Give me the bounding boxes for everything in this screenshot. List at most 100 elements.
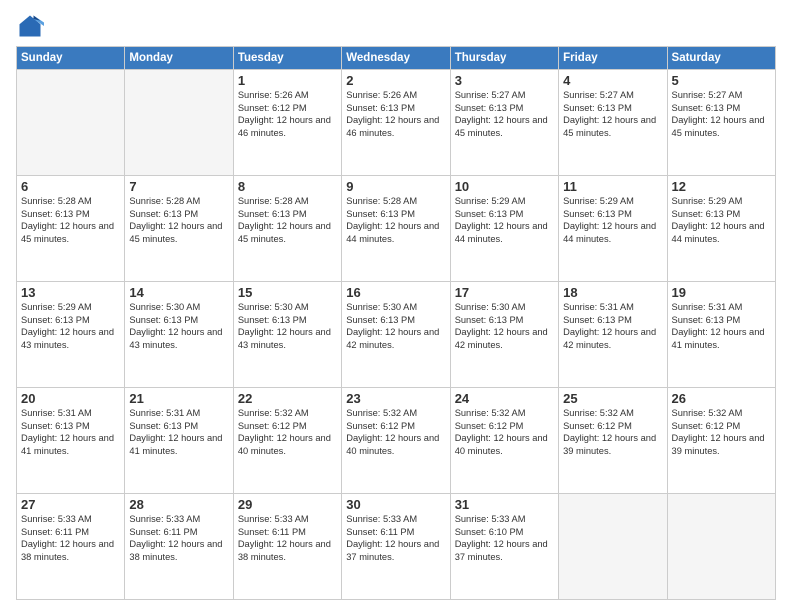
day-info: Sunrise: 5:33 AM Sunset: 6:11 PM Dayligh… [238,513,337,563]
calendar-cell: 23Sunrise: 5:32 AM Sunset: 6:12 PM Dayli… [342,388,450,494]
day-number: 5 [672,73,771,88]
weekday-header-sunday: Sunday [17,47,125,70]
week-row-3: 13Sunrise: 5:29 AM Sunset: 6:13 PM Dayli… [17,282,776,388]
day-info: Sunrise: 5:29 AM Sunset: 6:13 PM Dayligh… [21,301,120,351]
calendar-cell [17,70,125,176]
calendar-cell: 11Sunrise: 5:29 AM Sunset: 6:13 PM Dayli… [559,176,667,282]
calendar-cell: 10Sunrise: 5:29 AM Sunset: 6:13 PM Dayli… [450,176,558,282]
day-number: 30 [346,497,445,512]
calendar-cell: 9Sunrise: 5:28 AM Sunset: 6:13 PM Daylig… [342,176,450,282]
day-number: 21 [129,391,228,406]
day-number: 10 [455,179,554,194]
weekday-header-thursday: Thursday [450,47,558,70]
day-number: 7 [129,179,228,194]
day-number: 8 [238,179,337,194]
day-info: Sunrise: 5:31 AM Sunset: 6:13 PM Dayligh… [129,407,228,457]
day-info: Sunrise: 5:30 AM Sunset: 6:13 PM Dayligh… [455,301,554,351]
calendar-cell: 18Sunrise: 5:31 AM Sunset: 6:13 PM Dayli… [559,282,667,388]
day-info: Sunrise: 5:27 AM Sunset: 6:13 PM Dayligh… [455,89,554,139]
day-number: 18 [563,285,662,300]
weekday-header-monday: Monday [125,47,233,70]
day-number: 13 [21,285,120,300]
calendar-cell: 15Sunrise: 5:30 AM Sunset: 6:13 PM Dayli… [233,282,341,388]
day-info: Sunrise: 5:33 AM Sunset: 6:11 PM Dayligh… [21,513,120,563]
day-info: Sunrise: 5:33 AM Sunset: 6:11 PM Dayligh… [129,513,228,563]
calendar-cell: 21Sunrise: 5:31 AM Sunset: 6:13 PM Dayli… [125,388,233,494]
calendar-cell: 14Sunrise: 5:30 AM Sunset: 6:13 PM Dayli… [125,282,233,388]
day-info: Sunrise: 5:28 AM Sunset: 6:13 PM Dayligh… [129,195,228,245]
calendar-cell: 17Sunrise: 5:30 AM Sunset: 6:13 PM Dayli… [450,282,558,388]
day-info: Sunrise: 5:31 AM Sunset: 6:13 PM Dayligh… [563,301,662,351]
calendar-cell: 31Sunrise: 5:33 AM Sunset: 6:10 PM Dayli… [450,494,558,600]
day-info: Sunrise: 5:30 AM Sunset: 6:13 PM Dayligh… [238,301,337,351]
calendar-cell: 22Sunrise: 5:32 AM Sunset: 6:12 PM Dayli… [233,388,341,494]
day-info: Sunrise: 5:31 AM Sunset: 6:13 PM Dayligh… [672,301,771,351]
week-row-5: 27Sunrise: 5:33 AM Sunset: 6:11 PM Dayli… [17,494,776,600]
day-number: 24 [455,391,554,406]
week-row-2: 6Sunrise: 5:28 AM Sunset: 6:13 PM Daylig… [17,176,776,282]
day-number: 1 [238,73,337,88]
calendar-cell: 16Sunrise: 5:30 AM Sunset: 6:13 PM Dayli… [342,282,450,388]
day-info: Sunrise: 5:26 AM Sunset: 6:13 PM Dayligh… [346,89,445,139]
calendar-cell [667,494,775,600]
day-number: 12 [672,179,771,194]
day-info: Sunrise: 5:32 AM Sunset: 6:12 PM Dayligh… [563,407,662,457]
calendar-cell: 24Sunrise: 5:32 AM Sunset: 6:12 PM Dayli… [450,388,558,494]
day-number: 15 [238,285,337,300]
day-info: Sunrise: 5:30 AM Sunset: 6:13 PM Dayligh… [346,301,445,351]
calendar-cell: 30Sunrise: 5:33 AM Sunset: 6:11 PM Dayli… [342,494,450,600]
weekday-header-wednesday: Wednesday [342,47,450,70]
day-info: Sunrise: 5:29 AM Sunset: 6:13 PM Dayligh… [455,195,554,245]
day-number: 4 [563,73,662,88]
calendar-cell: 4Sunrise: 5:27 AM Sunset: 6:13 PM Daylig… [559,70,667,176]
logo-icon [16,12,44,40]
day-info: Sunrise: 5:31 AM Sunset: 6:13 PM Dayligh… [21,407,120,457]
calendar-cell: 19Sunrise: 5:31 AM Sunset: 6:13 PM Dayli… [667,282,775,388]
calendar-cell: 28Sunrise: 5:33 AM Sunset: 6:11 PM Dayli… [125,494,233,600]
day-number: 29 [238,497,337,512]
week-row-1: 1Sunrise: 5:26 AM Sunset: 6:12 PM Daylig… [17,70,776,176]
calendar-page: SundayMondayTuesdayWednesdayThursdayFrid… [0,0,792,612]
day-info: Sunrise: 5:28 AM Sunset: 6:13 PM Dayligh… [21,195,120,245]
day-number: 2 [346,73,445,88]
day-info: Sunrise: 5:28 AM Sunset: 6:13 PM Dayligh… [238,195,337,245]
day-number: 14 [129,285,228,300]
week-row-4: 20Sunrise: 5:31 AM Sunset: 6:13 PM Dayli… [17,388,776,494]
weekday-header-tuesday: Tuesday [233,47,341,70]
day-info: Sunrise: 5:33 AM Sunset: 6:11 PM Dayligh… [346,513,445,563]
calendar-cell: 26Sunrise: 5:32 AM Sunset: 6:12 PM Dayli… [667,388,775,494]
day-number: 26 [672,391,771,406]
day-number: 6 [21,179,120,194]
calendar-table: SundayMondayTuesdayWednesdayThursdayFrid… [16,46,776,600]
calendar-cell: 5Sunrise: 5:27 AM Sunset: 6:13 PM Daylig… [667,70,775,176]
day-info: Sunrise: 5:29 AM Sunset: 6:13 PM Dayligh… [563,195,662,245]
day-number: 11 [563,179,662,194]
weekday-header-saturday: Saturday [667,47,775,70]
calendar-cell: 20Sunrise: 5:31 AM Sunset: 6:13 PM Dayli… [17,388,125,494]
day-number: 22 [238,391,337,406]
day-info: Sunrise: 5:30 AM Sunset: 6:13 PM Dayligh… [129,301,228,351]
day-number: 20 [21,391,120,406]
calendar-cell: 2Sunrise: 5:26 AM Sunset: 6:13 PM Daylig… [342,70,450,176]
day-info: Sunrise: 5:32 AM Sunset: 6:12 PM Dayligh… [672,407,771,457]
calendar-cell [559,494,667,600]
day-number: 25 [563,391,662,406]
calendar-cell: 27Sunrise: 5:33 AM Sunset: 6:11 PM Dayli… [17,494,125,600]
calendar-cell: 12Sunrise: 5:29 AM Sunset: 6:13 PM Dayli… [667,176,775,282]
calendar-cell: 29Sunrise: 5:33 AM Sunset: 6:11 PM Dayli… [233,494,341,600]
day-info: Sunrise: 5:32 AM Sunset: 6:12 PM Dayligh… [346,407,445,457]
day-number: 16 [346,285,445,300]
day-info: Sunrise: 5:32 AM Sunset: 6:12 PM Dayligh… [238,407,337,457]
day-number: 31 [455,497,554,512]
day-number: 9 [346,179,445,194]
day-info: Sunrise: 5:29 AM Sunset: 6:13 PM Dayligh… [672,195,771,245]
logo [16,12,48,40]
calendar-cell: 13Sunrise: 5:29 AM Sunset: 6:13 PM Dayli… [17,282,125,388]
calendar-cell: 8Sunrise: 5:28 AM Sunset: 6:13 PM Daylig… [233,176,341,282]
calendar-cell: 7Sunrise: 5:28 AM Sunset: 6:13 PM Daylig… [125,176,233,282]
day-info: Sunrise: 5:27 AM Sunset: 6:13 PM Dayligh… [672,89,771,139]
day-number: 17 [455,285,554,300]
day-info: Sunrise: 5:26 AM Sunset: 6:12 PM Dayligh… [238,89,337,139]
header [16,12,776,40]
day-number: 23 [346,391,445,406]
